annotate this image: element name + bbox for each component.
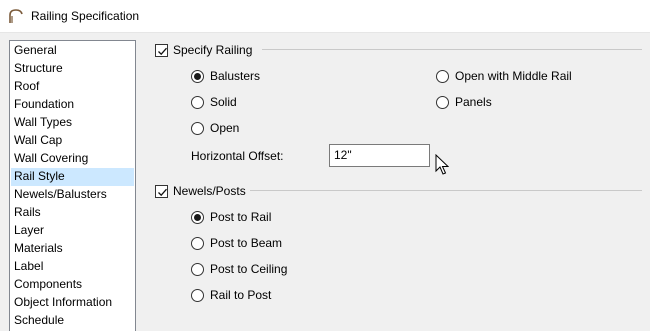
- newels-posts-label: Newels/Posts: [173, 184, 246, 198]
- sidebar-item-layer[interactable]: Layer: [11, 222, 134, 240]
- sidebar-item-wall-types[interactable]: Wall Types: [11, 114, 134, 132]
- arch-app-icon: [9, 9, 23, 23]
- checkbox-box[interactable]: [155, 184, 168, 198]
- radio-balusters[interactable]: Balusters: [191, 68, 260, 84]
- sidebar-item-structure[interactable]: Structure: [11, 60, 134, 78]
- checkbox-box[interactable]: [155, 43, 168, 57]
- sidebar-item-rail-style[interactable]: Rail Style: [11, 168, 134, 186]
- sidebar-item-schedule[interactable]: Schedule: [11, 312, 134, 330]
- window-title: Railing Specification: [31, 9, 140, 23]
- checkmark-icon: [158, 188, 167, 196]
- specify-railing-checkbox[interactable]: Specify Railing: [155, 42, 252, 58]
- radio-button[interactable]: [191, 95, 204, 109]
- checkmark-icon: [158, 47, 167, 55]
- radio-button[interactable]: [191, 262, 204, 276]
- mouse-pointer-icon: [435, 154, 449, 175]
- radio-button[interactable]: [191, 210, 204, 224]
- radio-label: Rail to Post: [210, 288, 272, 302]
- radio-label: Post to Ceiling: [210, 262, 288, 276]
- radio-button[interactable]: [191, 236, 204, 250]
- sidebar-item-wall-covering[interactable]: Wall Covering: [11, 150, 134, 168]
- sidebar-item-foundation[interactable]: Foundation: [11, 96, 134, 114]
- horizontal-offset-label: Horizontal Offset:: [191, 149, 284, 163]
- radio-open-with-middle-rail[interactable]: Open with Middle Rail: [436, 68, 572, 84]
- radio-label: Post to Beam: [210, 236, 283, 250]
- radio-button[interactable]: [191, 121, 204, 135]
- radio-label: Post to Rail: [210, 210, 272, 224]
- title-bar: Railing Specification: [0, 0, 650, 33]
- sidebar-item-general[interactable]: General: [11, 42, 134, 60]
- radio-post-to-beam[interactable]: Post to Beam: [191, 235, 282, 251]
- radio-rail-to-post[interactable]: Rail to Post: [191, 287, 271, 303]
- category-list[interactable]: General Structure Roof Foundation Wall T…: [9, 40, 136, 331]
- section-divider: [262, 49, 642, 50]
- sidebar-item-components[interactable]: Components: [11, 276, 134, 294]
- radio-solid[interactable]: Solid: [191, 94, 237, 110]
- sidebar-item-materials[interactable]: Materials: [11, 240, 134, 258]
- section-divider: [250, 190, 642, 191]
- radio-label: Panels: [455, 95, 492, 109]
- newels-posts-checkbox[interactable]: Newels/Posts: [155, 183, 246, 199]
- radio-label: Open with Middle Rail: [455, 69, 572, 83]
- radio-post-to-rail[interactable]: Post to Rail: [191, 209, 271, 225]
- radio-button[interactable]: [436, 69, 449, 83]
- radio-label: Solid: [210, 95, 237, 109]
- radio-label: Open: [210, 121, 240, 135]
- radio-button[interactable]: [436, 95, 449, 109]
- sidebar-item-rails[interactable]: Rails: [11, 204, 134, 222]
- sidebar-item-newels-balusters[interactable]: Newels/Balusters: [11, 186, 134, 204]
- sidebar-item-label[interactable]: Label: [11, 258, 134, 276]
- radio-post-to-ceiling[interactable]: Post to Ceiling: [191, 261, 287, 277]
- radio-open[interactable]: Open: [191, 120, 239, 136]
- sidebar-item-wall-cap[interactable]: Wall Cap: [11, 132, 134, 150]
- radio-button[interactable]: [191, 288, 204, 302]
- specify-railing-label: Specify Railing: [173, 43, 253, 57]
- radio-button[interactable]: [191, 69, 204, 83]
- horizontal-offset-input[interactable]: 12": [329, 144, 430, 167]
- radio-panels[interactable]: Panels: [436, 94, 492, 110]
- radio-label: Balusters: [210, 69, 261, 83]
- sidebar-item-roof[interactable]: Roof: [11, 78, 134, 96]
- sidebar-item-object-information[interactable]: Object Information: [11, 294, 134, 312]
